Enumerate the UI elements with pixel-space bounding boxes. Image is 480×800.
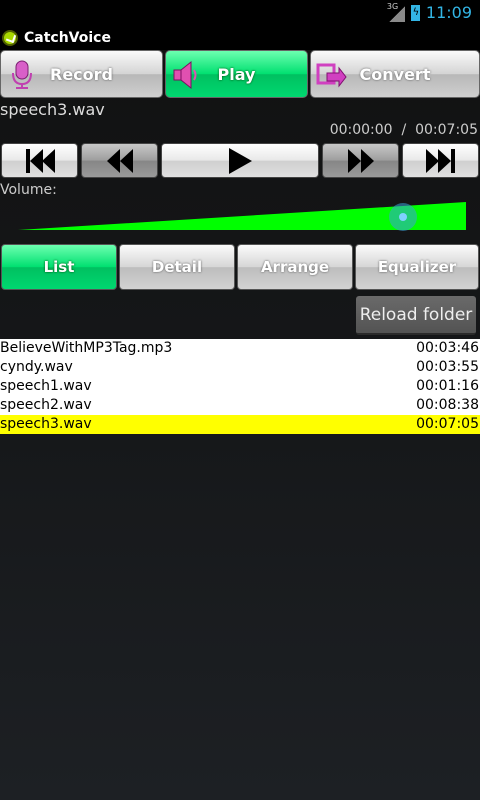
transport-controls — [0, 143, 480, 178]
tab-list[interactable]: List — [1, 244, 117, 290]
signal-icon: 3G — [386, 1, 405, 22]
file-duration: 00:07:05 — [416, 416, 479, 432]
time-display: 00:00:00 / 00:07:05 — [330, 122, 478, 138]
record-mode-button[interactable]: Record — [0, 50, 163, 98]
skip-to-end-icon — [425, 148, 455, 173]
app-title: CatchVoice — [24, 29, 111, 46]
file-name: cyndy.wav — [0, 359, 73, 375]
play-icon — [229, 147, 252, 174]
status-clock: 11:09 — [425, 3, 472, 22]
play-mode-button[interactable]: Play — [165, 50, 308, 98]
network-type: 3G — [386, 1, 399, 11]
record-mode-label: Record — [50, 64, 113, 84]
current-file-name: speech3.wav — [0, 100, 105, 119]
file-name: speech2.wav — [0, 397, 92, 413]
file-name: speech3.wav — [0, 416, 92, 432]
tab-arrange[interactable]: Arrange — [237, 244, 353, 290]
status-bar: 3G ϟ 11:09 — [0, 0, 480, 25]
volume-label: Volume: — [0, 182, 57, 198]
skip-to-end-button[interactable] — [402, 143, 479, 178]
file-row-selected[interactable]: speech3.wav 00:07:05 — [0, 415, 480, 434]
skip-to-start-icon — [25, 148, 55, 173]
file-name: speech1.wav — [0, 378, 92, 394]
rewind-button[interactable] — [81, 143, 158, 178]
time-total: 00:07:05 — [415, 122, 478, 138]
file-list: BelieveWithMP3Tag.mp3 00:03:46 cyndy.wav… — [0, 339, 480, 434]
app-title-bar: CatchVoice — [0, 25, 480, 50]
volume-slider[interactable] — [18, 200, 466, 234]
fast-forward-button[interactable] — [322, 143, 399, 178]
file-row[interactable]: cyndy.wav 00:03:55 — [0, 358, 480, 377]
rewind-icon — [106, 148, 133, 173]
file-row[interactable]: speech1.wav 00:01:16 — [0, 377, 480, 396]
reload-folder-button[interactable]: Reload folder — [356, 296, 476, 335]
file-duration: 00:08:38 — [416, 397, 479, 413]
play-button[interactable] — [161, 143, 319, 178]
convert-mode-label: Convert — [359, 64, 431, 84]
tab-equalizer[interactable]: Equalizer — [355, 244, 479, 290]
file-name: BelieveWithMP3Tag.mp3 — [0, 340, 173, 356]
battery-icon: ϟ — [410, 4, 420, 21]
view-tabs: List Detail Arrange Equalizer — [0, 244, 480, 290]
file-duration: 00:03:46 — [416, 340, 479, 356]
volume-thumb[interactable] — [389, 203, 417, 231]
skip-to-start-button[interactable] — [1, 143, 78, 178]
convert-mode-button[interactable]: Convert — [310, 50, 480, 98]
mode-bar: Record Play Convert — [0, 50, 480, 98]
file-row[interactable]: BelieveWithMP3Tag.mp3 00:03:46 — [0, 339, 480, 358]
time-separator: / — [401, 122, 407, 138]
fast-forward-icon — [347, 148, 374, 173]
file-duration: 00:03:55 — [416, 359, 479, 375]
tab-detail[interactable]: Detail — [119, 244, 235, 290]
file-row[interactable]: speech2.wav 00:08:38 — [0, 396, 480, 415]
time-current: 00:00:00 — [329, 122, 393, 138]
file-duration: 00:01:16 — [416, 378, 479, 394]
app-logo-icon — [2, 29, 18, 46]
play-mode-label: Play — [217, 64, 256, 84]
